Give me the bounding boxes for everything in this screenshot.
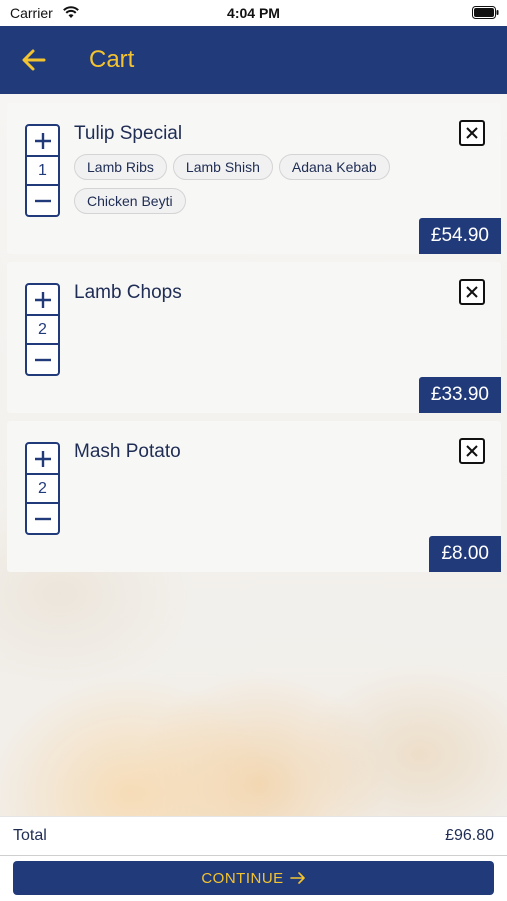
item-name: Mash Potato — [74, 441, 181, 462]
minus-icon — [34, 358, 51, 361]
cart-item: 2 Mash Potato £8.00 — [7, 421, 501, 572]
increase-quantity-button[interactable] — [27, 126, 58, 155]
cart-list: 1 Tulip Special Lamb Ribs Lamb Shish Adana… — [0, 94, 507, 816]
total-label: Total — [13, 827, 47, 844]
quantity-stepper: 2 — [25, 283, 60, 376]
remove-item-button[interactable] — [459, 279, 485, 305]
arrow-left-icon[interactable] — [20, 46, 48, 74]
continue-label: CONTINUE — [201, 869, 284, 887]
battery-icon — [472, 6, 499, 19]
item-name: Lamb Chops — [74, 282, 182, 303]
close-icon — [466, 286, 478, 298]
page-title: Cart — [89, 46, 135, 73]
status-bar: Carrier 4:04 PM — [0, 0, 507, 26]
option-chip: Chicken Beyti — [74, 188, 186, 214]
option-list: Lamb Ribs Lamb Shish Adana Kebab Chicken Be… — [74, 154, 444, 222]
checkout-bar: Total £96.80 CONTINUE — [0, 816, 507, 901]
quantity-value: 1 — [27, 155, 58, 186]
option-chip: Lamb Ribs — [74, 154, 167, 180]
option-chip: Lamb Shish — [172, 154, 273, 180]
plus-icon — [34, 291, 51, 308]
item-name: Tulip Special — [74, 123, 183, 144]
minus-icon — [34, 517, 51, 520]
quantity-value: 2 — [27, 473, 58, 504]
plus-icon — [34, 450, 51, 467]
cart-item: 2 Lamb Chops £33.90 — [7, 262, 501, 413]
total-value: £96.80 — [445, 827, 494, 844]
increase-quantity-button[interactable] — [27, 444, 58, 473]
minus-icon — [34, 199, 51, 202]
cart-item: 1 Tulip Special Lamb Ribs Lamb Shish Adana… — [7, 103, 501, 254]
continue-button[interactable]: CONTINUE — [13, 861, 494, 895]
decrease-quantity-button[interactable] — [27, 186, 58, 215]
item-price: £8.00 — [429, 536, 501, 572]
item-price: £54.90 — [418, 218, 501, 254]
divider — [0, 855, 507, 856]
close-icon — [466, 445, 478, 457]
close-icon — [466, 127, 478, 139]
plus-icon — [34, 132, 51, 149]
decrease-quantity-button[interactable] — [27, 345, 58, 374]
option-chip: Adana Kebab — [278, 154, 390, 180]
remove-item-button[interactable] — [459, 438, 485, 464]
increase-quantity-button[interactable] — [27, 285, 58, 314]
arrow-right-icon — [289, 872, 305, 884]
remove-item-button[interactable] — [459, 120, 485, 146]
quantity-stepper: 2 — [25, 442, 60, 535]
status-time: 4:04 PM — [227, 5, 280, 21]
quantity-value: 2 — [27, 314, 58, 345]
decrease-quantity-button[interactable] — [27, 504, 58, 533]
nav-bar: Cart — [0, 26, 507, 94]
item-price: £33.90 — [418, 377, 501, 413]
quantity-stepper: 1 — [25, 124, 60, 217]
